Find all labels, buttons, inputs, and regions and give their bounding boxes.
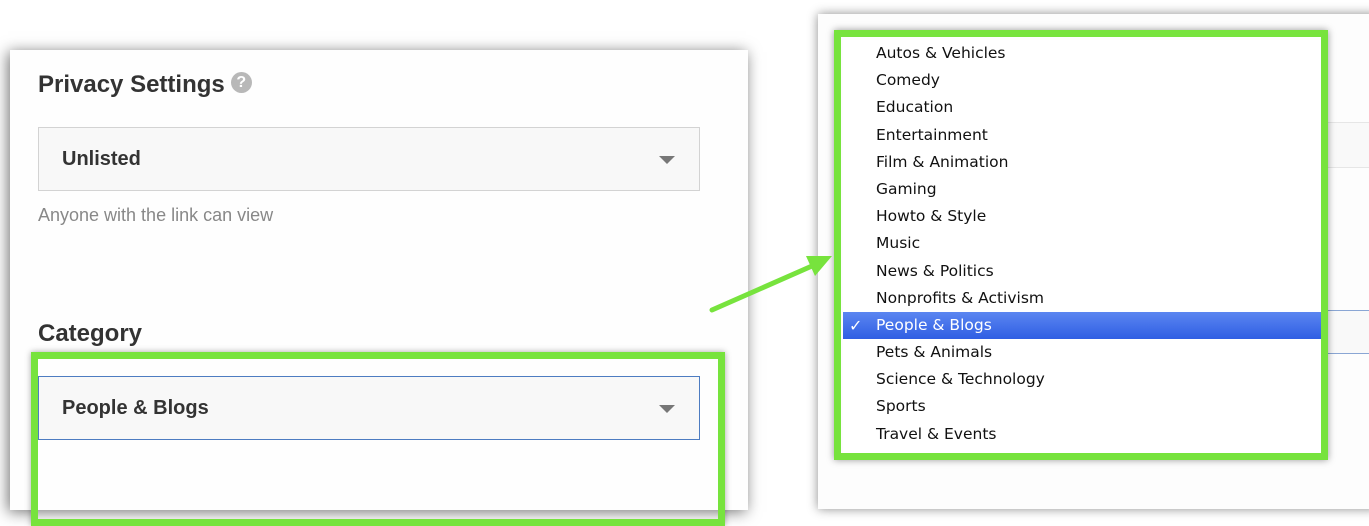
privacy-settings-title: Privacy Settings	[38, 71, 225, 98]
dropdown-highlight-box	[834, 30, 1328, 460]
help-icon[interactable]: ?	[230, 71, 252, 93]
chevron-down-icon	[659, 156, 675, 164]
video-settings-panel: Privacy Settings ? Unlisted Anyone with …	[10, 50, 748, 526]
privacy-selected-value: Unlisted	[62, 147, 141, 170]
category-highlight-box	[31, 352, 725, 526]
privacy-helper-text: Anyone with the link can view	[38, 205, 274, 225]
privacy-settings-heading: Privacy Settings ?	[38, 71, 252, 99]
privacy-select[interactable]: Unlisted	[38, 127, 700, 191]
category-title: Category	[38, 320, 143, 347]
